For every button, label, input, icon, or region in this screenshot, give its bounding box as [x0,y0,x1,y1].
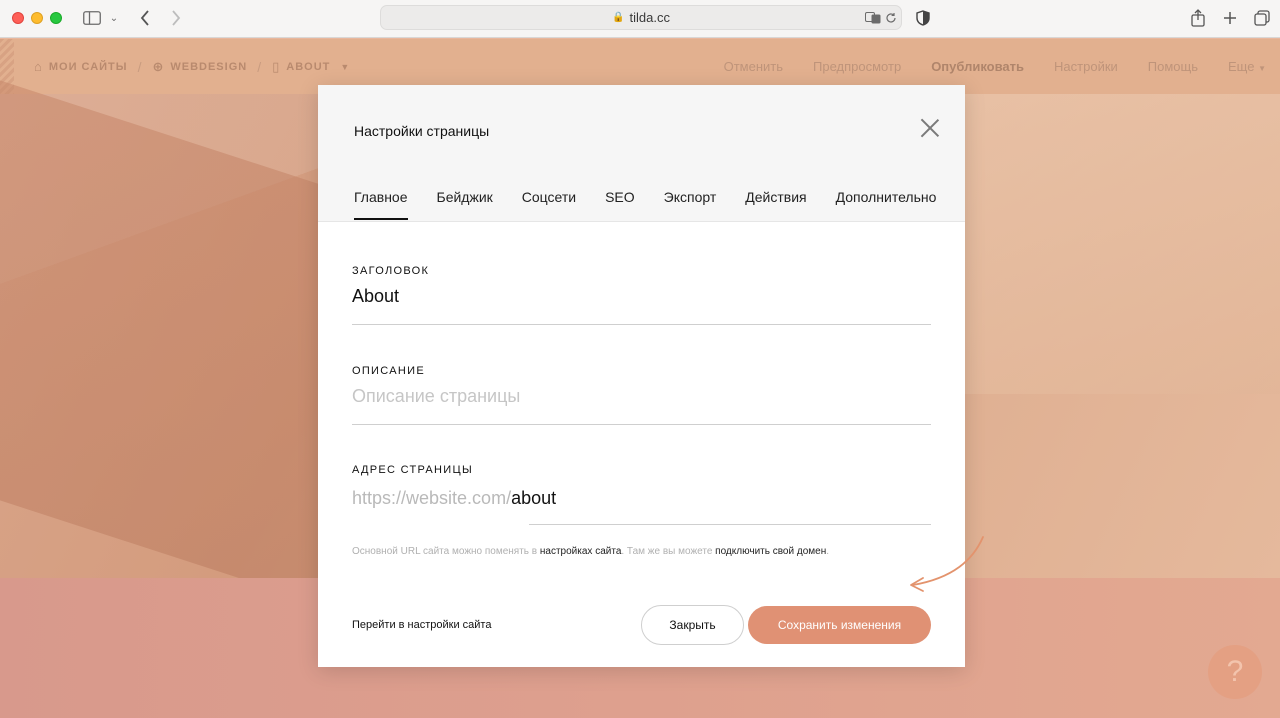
caret-down-icon[interactable]: ▼ [340,62,350,72]
page-address-field[interactable]: АДРЕС СТРАНИЦЫ https://website.com/about [352,464,931,525]
url-text: tilda.cc [629,10,670,25]
divider [352,424,931,425]
hint-text: . Там же вы можете [621,546,716,557]
reload-icon[interactable] [884,6,898,30]
breadcrumb-webdesign[interactable]: WEBDESIGN [170,61,247,73]
divider [352,324,931,325]
modal-title: Настройки страницы [354,123,490,139]
close-button[interactable]: Закрыть [641,605,744,645]
menu-more-label: Еще [1228,59,1255,74]
tab-main[interactable]: Главное [354,189,408,220]
tab-export[interactable]: Экспорт [664,189,717,219]
title-label: ЗАГОЛОВОК [352,265,430,277]
url-slug: about [511,488,557,508]
hero-image-shape [0,80,330,608]
page-settings-modal: Настройки страницы Главное Бейджик Соцсе… [318,85,984,667]
divider [529,524,931,525]
breadcrumb: ⌂ МОИ САЙТЫ / ⊕ WEBDESIGN / ▯ ABOUT ▼ [34,39,350,94]
tab-seo[interactable]: SEO [605,189,635,219]
description-label: ОПИСАНИЕ [352,365,425,377]
tab-overview-icon[interactable] [1252,6,1272,30]
minimize-window-button[interactable] [31,12,43,24]
title-field[interactable]: ЗАГОЛОВОК About [352,265,931,325]
globe-icon: ⊕ [152,58,165,74]
hint-text: . [826,546,829,557]
caret-down-icon: ▼ [1258,64,1266,73]
breadcrumb-my-sites[interactable]: МОИ САЙТЫ [49,61,128,73]
chevron-down-icon[interactable]: ⌄ [108,6,120,30]
connect-domain-link[interactable]: подключить свой домен [715,546,826,557]
tab-social[interactable]: Соцсети [522,189,576,219]
lock-icon: 🔒 [612,12,625,23]
page-icon: ▯ [272,58,281,74]
menu-help[interactable]: Помощь [1148,59,1198,74]
translate-icon[interactable] [864,6,882,30]
go-to-site-settings-link[interactable]: Перейти в настройки сайта [352,619,491,631]
close-icon[interactable] [920,118,940,138]
address-bar[interactable]: 🔒 tilda.cc [380,5,902,30]
share-icon[interactable] [1188,6,1208,30]
menu-publish[interactable]: Опубликовать [931,59,1024,74]
home-icon: ⌂ [34,59,43,74]
settings-tabs: Главное Бейджик Соцсети SEO Экспорт Дейс… [354,189,937,220]
address-label: АДРЕС СТРАНИЦЫ [352,464,473,476]
forward-icon[interactable] [168,6,184,30]
menu-cancel[interactable]: Отменить [724,59,783,74]
tab-badge[interactable]: Бейджик [437,189,493,219]
breadcrumb-separator: / [257,58,263,75]
menu-preview[interactable]: Предпросмотр [813,59,901,74]
browser-toolbar: ⌄ 🔒 tilda.cc [0,0,1280,38]
hero-image-shape [960,94,1280,394]
modal-header: Настройки страницы Главное Бейджик Соцсе… [318,85,965,222]
help-button-label: ? [1226,655,1244,688]
hint-text: Основной URL сайта можно поменять в [352,546,540,557]
url-prefix: https://website.com/ [352,488,512,508]
description-field[interactable]: ОПИСАНИЕ Описание страницы [352,365,931,425]
privacy-shield-icon[interactable] [914,6,932,30]
title-input[interactable]: About [352,286,931,314]
description-input[interactable]: Описание страницы [352,386,931,414]
menu-more[interactable]: Еще ▼ [1228,59,1266,74]
annotation-arrow [910,536,984,592]
menu-settings[interactable]: Настройки [1054,59,1118,74]
breadcrumb-about[interactable]: ABOUT [286,61,330,73]
tab-actions[interactable]: Действия [745,189,806,219]
address-input[interactable]: https://website.com/about [352,488,931,516]
sidebar-icon[interactable] [82,6,102,30]
site-settings-link[interactable]: настройках сайта [540,546,621,557]
close-window-button[interactable] [12,12,24,24]
help-button[interactable]: ? [1208,645,1262,699]
save-changes-button[interactable]: Сохранить изменения [748,606,931,644]
tab-additional[interactable]: Дополнительно [836,189,937,219]
url-hint: Основной URL сайта можно поменять в наст… [352,546,829,557]
zoom-window-button[interactable] [50,12,62,24]
new-tab-icon[interactable] [1220,6,1240,30]
breadcrumb-separator: / [137,58,143,75]
back-icon[interactable] [137,6,153,30]
